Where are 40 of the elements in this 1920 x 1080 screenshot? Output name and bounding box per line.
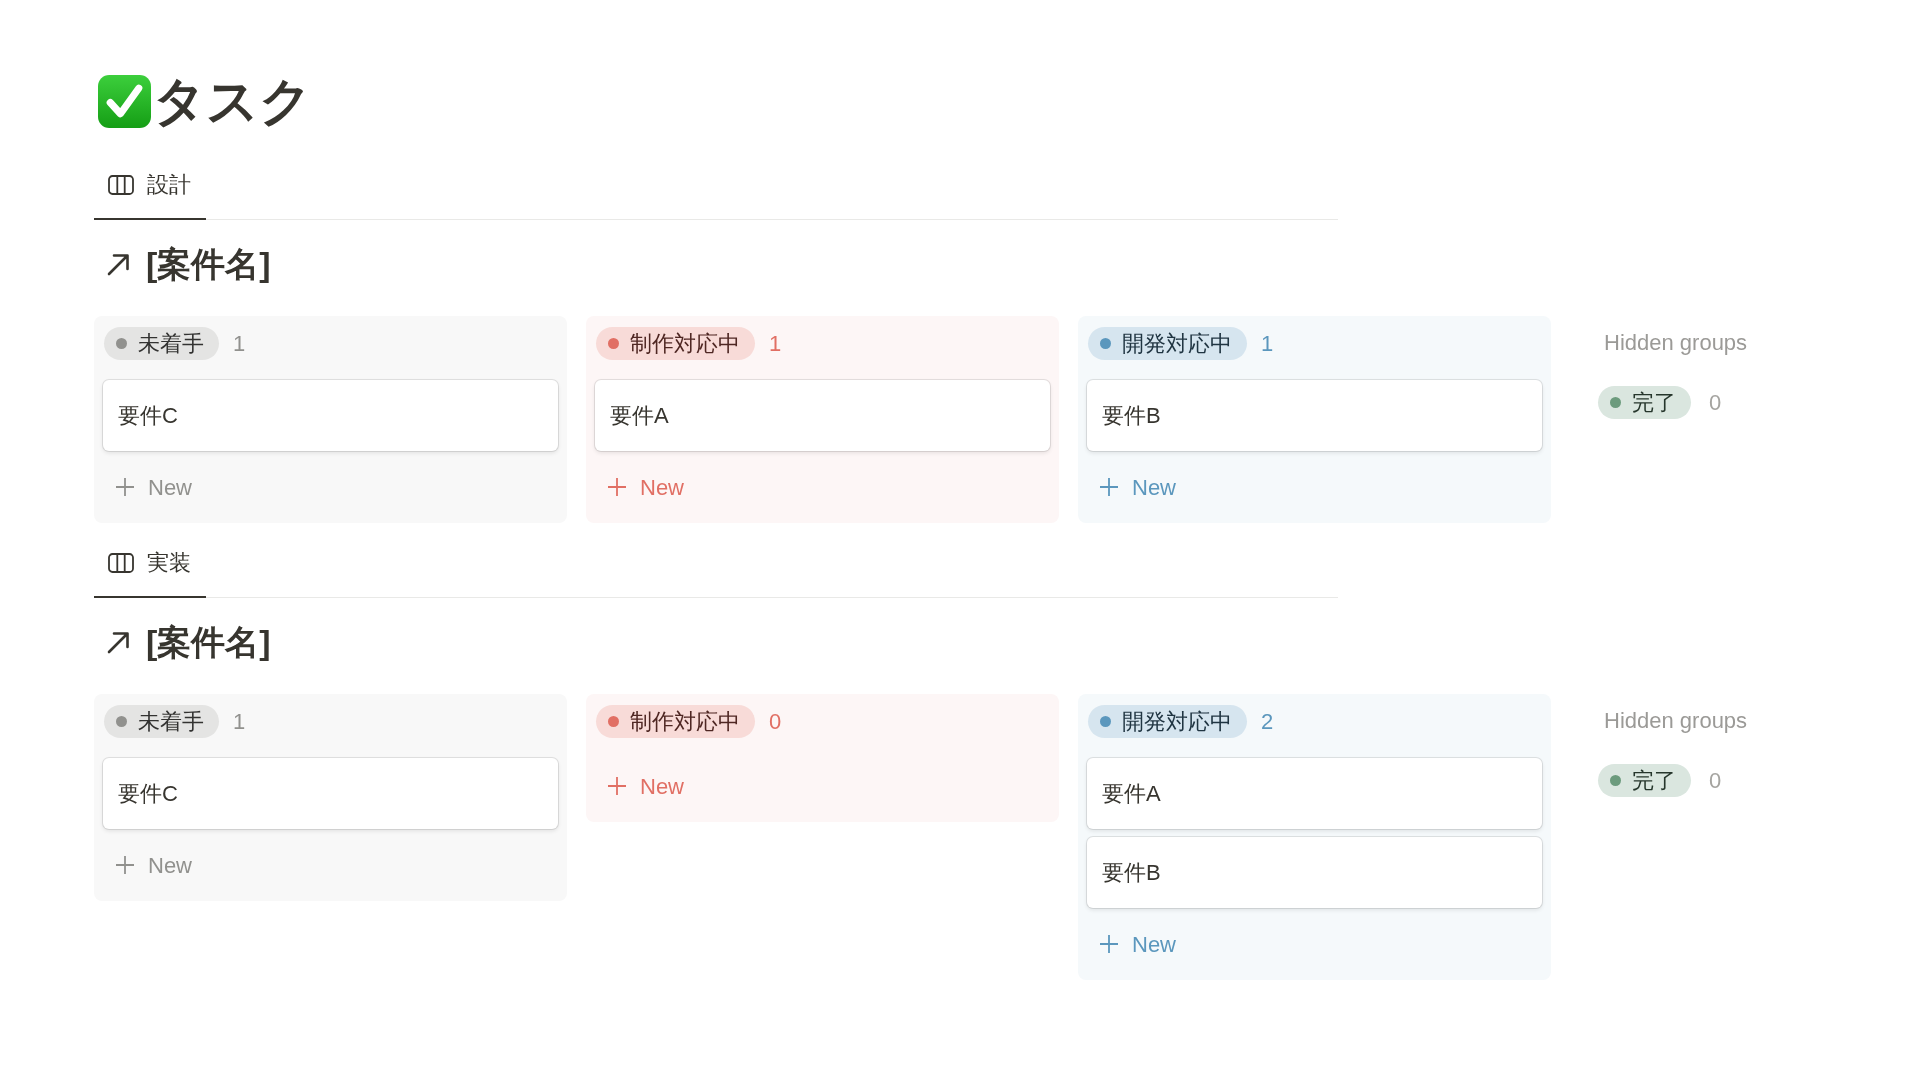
group-count: 0 — [1709, 767, 1722, 795]
status-label: 制作対応中 — [630, 330, 740, 358]
group-count: 1 — [233, 330, 246, 358]
board-icon — [108, 175, 134, 195]
view-tab[interactable]: 実装 — [94, 542, 206, 598]
group-count: 1 — [1261, 330, 1274, 358]
task-card[interactable]: 要件A — [1087, 758, 1542, 829]
status-label: 完了 — [1632, 389, 1676, 417]
task-card[interactable]: 要件C — [103, 380, 558, 451]
plus-icon — [116, 478, 134, 496]
group-count: 1 — [769, 330, 782, 358]
page-title: タスク — [153, 71, 312, 131]
board-icon — [108, 553, 134, 573]
group-count: 1 — [233, 708, 246, 736]
task-card[interactable]: 要件B — [1087, 837, 1542, 908]
status-label: 開発対応中 — [1122, 330, 1232, 358]
group-count: 2 — [1261, 708, 1274, 736]
plus-icon — [608, 478, 626, 496]
status-label: 未着手 — [138, 330, 204, 358]
checkbox-icon — [98, 74, 151, 128]
plus-icon — [116, 856, 134, 874]
task-card[interactable]: 要件B — [1087, 380, 1542, 451]
view-tab[interactable]: 設計 — [94, 164, 206, 220]
group-count: 0 — [1709, 389, 1722, 417]
database-title[interactable]: [案件名] — [146, 620, 271, 664]
status-label: 完了 — [1632, 767, 1676, 795]
plus-icon — [1100, 935, 1118, 953]
hidden-groups-label: Hidden groups — [1603, 707, 1749, 735]
group-count: 0 — [769, 708, 782, 736]
arrow-icon — [106, 629, 132, 655]
plus-icon — [608, 777, 626, 795]
status-label: 未着手 — [138, 708, 204, 736]
status-label: 制作対応中 — [630, 708, 740, 736]
database-title[interactable]: [案件名] — [146, 242, 271, 286]
arrow-icon — [106, 251, 132, 277]
hidden-groups-label: Hidden groups — [1603, 329, 1749, 357]
task-card[interactable]: 要件C — [103, 758, 558, 829]
task-card[interactable]: 要件A — [595, 380, 1050, 451]
status-label: 開発対応中 — [1122, 708, 1232, 736]
plus-icon — [1100, 478, 1118, 496]
